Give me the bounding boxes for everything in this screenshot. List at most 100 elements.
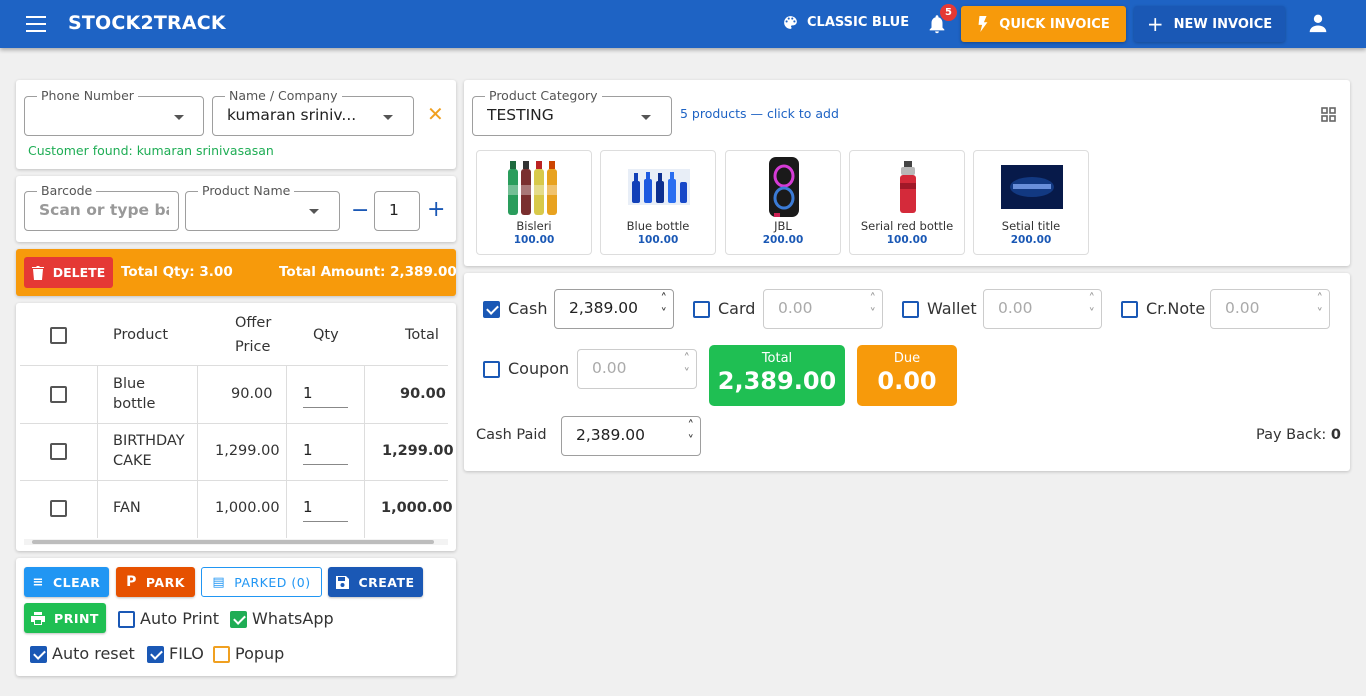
scrollbar-thumb[interactable]: [32, 540, 434, 544]
barcode-field[interactable]: Barcode Scan or type ba: [24, 183, 179, 231]
card-amount-value: 0.00: [778, 299, 813, 317]
column-header-price: Price: [235, 339, 271, 355]
product-tile-setial-title[interactable]: Setial title 200.00: [973, 150, 1089, 255]
cash-label: Cash: [508, 299, 548, 318]
clear-customer-icon[interactable]: ✕: [427, 102, 444, 126]
phone-number-field[interactable]: Phone Number: [24, 88, 204, 136]
horizontal-scrollbar[interactable]: [24, 539, 448, 545]
card-checkbox[interactable]: [693, 301, 710, 318]
product-name: Setial title: [1001, 219, 1061, 233]
qty-field[interactable]: 1: [374, 191, 420, 231]
spinner-icon[interactable]: ˄ ˅: [688, 419, 695, 449]
row-qty-value: 1: [303, 384, 313, 402]
product-count-link[interactable]: 5 products — click to add: [680, 106, 839, 121]
quick-invoice-button[interactable]: QUICK INVOICE: [961, 6, 1126, 42]
crnote-checkbox[interactable]: [1121, 301, 1138, 318]
product-price: 200.00: [762, 234, 804, 246]
filo-label: FILO: [169, 644, 204, 663]
total-box: Total 2,389.00: [709, 345, 845, 406]
auto-reset-label: Auto reset: [52, 644, 135, 663]
setial-title-image: [1001, 165, 1063, 209]
crnote-label: Cr.Note: [1146, 299, 1206, 318]
table-divider: [20, 480, 448, 481]
grid-view-icon[interactable]: [1321, 107, 1336, 122]
theme-button[interactable]: CLASSIC BLUE: [782, 14, 909, 31]
product-tile-blue-bottle[interactable]: Blue bottle 100.00: [600, 150, 716, 255]
product-name-field[interactable]: Product Name: [185, 183, 340, 231]
product-category-field[interactable]: Product Category TESTING: [472, 88, 672, 136]
wallet-amount-input[interactable]: 0.00 ˄ ˅: [983, 289, 1102, 329]
select-all-checkbox[interactable]: [50, 327, 67, 344]
coupon-label: Coupon: [508, 359, 570, 378]
account-icon[interactable]: [1308, 13, 1328, 33]
product-tile-serial-red-bottle[interactable]: Serial red bottle 100.00: [849, 150, 965, 255]
row-qty-input[interactable]: 1: [303, 384, 348, 408]
product-price: 100.00: [513, 234, 555, 246]
increase-qty-button[interactable]: +: [427, 197, 445, 222]
total-value: 2,389.00: [717, 367, 837, 395]
dropdown-caret-icon: [174, 115, 184, 120]
column-header-qty: Qty: [313, 327, 339, 343]
dropdown-caret-icon: [309, 209, 319, 214]
spinner-icon[interactable]: ˄ ˅: [1089, 292, 1096, 322]
whatsapp-label: WhatsApp: [252, 609, 334, 628]
auto-print-checkbox[interactable]: [118, 611, 135, 628]
name-company-value: kumaran sriniv...: [227, 106, 357, 124]
product-tile-jbl[interactable]: JBL 200.00: [725, 150, 841, 255]
row-checkbox[interactable]: [50, 500, 67, 517]
payback-value: 0: [1330, 427, 1341, 443]
spinner-icon[interactable]: ˄ ˅: [661, 292, 668, 322]
notification-badge: 5: [940, 4, 957, 21]
row-total: 90.00: [400, 386, 446, 402]
cash-paid-value: 2,389.00: [576, 426, 646, 444]
spinner-icon[interactable]: ˄ ˅: [870, 292, 877, 322]
product-name: Blue bottle: [626, 219, 690, 233]
table-divider: [286, 366, 287, 538]
table-divider: [364, 366, 365, 538]
clear-button[interactable]: ≡ CLEAR: [24, 567, 109, 597]
print-button[interactable]: PRINT: [24, 603, 106, 633]
payback-label: Pay Back: 0: [1256, 427, 1341, 443]
coupon-amount-input[interactable]: 0.00 ˄ ˅: [577, 349, 697, 389]
column-header-offer: Offer: [235, 315, 272, 331]
product-tile-bisleri[interactable]: Bisleri 100.00: [476, 150, 592, 255]
cash-paid-input[interactable]: 2,389.00 ˄ ˅: [561, 416, 701, 456]
coupon-checkbox[interactable]: [483, 361, 500, 378]
palette-icon: [784, 16, 797, 29]
delete-label: DELETE: [52, 265, 106, 280]
menu-icon[interactable]: [26, 16, 46, 32]
card-amount-input[interactable]: 0.00 ˄ ˅: [763, 289, 883, 329]
printer-icon: [31, 611, 46, 625]
card-label: Card: [718, 299, 756, 318]
due-box: Due 0.00: [857, 345, 957, 406]
wallet-amount-value: 0.00: [998, 299, 1033, 317]
row-checkbox[interactable]: [50, 443, 67, 460]
wallet-checkbox[interactable]: [902, 301, 919, 318]
filo-checkbox[interactable]: [147, 646, 164, 663]
spinner-icon[interactable]: ˄ ˅: [684, 352, 691, 382]
new-invoice-button[interactable]: + NEW INVOICE: [1134, 6, 1285, 42]
row-qty-input[interactable]: 1: [303, 498, 348, 522]
cash-checkbox[interactable]: [483, 301, 500, 318]
whatsapp-checkbox[interactable]: [230, 611, 247, 628]
coupon-amount-value: 0.00: [592, 359, 627, 377]
popup-checkbox[interactable]: [213, 646, 230, 663]
create-button[interactable]: CREATE: [328, 567, 423, 597]
parked-button[interactable]: ▤ PARKED (0): [201, 567, 322, 597]
row-checkbox[interactable]: [50, 386, 67, 403]
column-header-total: Total: [405, 327, 439, 343]
delete-button[interactable]: DELETE: [24, 257, 113, 288]
total-amount: Total Amount: 2,389.00: [279, 264, 457, 280]
spinner-icon[interactable]: ˄ ˅: [1317, 292, 1324, 322]
row-product-name: BIRTHDAY: [113, 433, 185, 449]
park-button[interactable]: P PARK: [116, 567, 195, 597]
app-title: STOCK2TRACK: [68, 12, 226, 34]
auto-reset-checkbox[interactable]: [30, 646, 47, 663]
row-qty-input[interactable]: 1: [303, 441, 348, 465]
name-company-field[interactable]: Name / Company kumaran sriniv...: [212, 88, 414, 136]
cash-amount-input[interactable]: 2,389.00 ˄ ˅: [554, 289, 674, 329]
barcode-label: Barcode: [37, 183, 97, 198]
crnote-amount-input[interactable]: 0.00 ˄ ˅: [1210, 289, 1330, 329]
decrease-qty-button[interactable]: −: [351, 198, 369, 223]
theme-label: CLASSIC BLUE: [807, 15, 910, 30]
